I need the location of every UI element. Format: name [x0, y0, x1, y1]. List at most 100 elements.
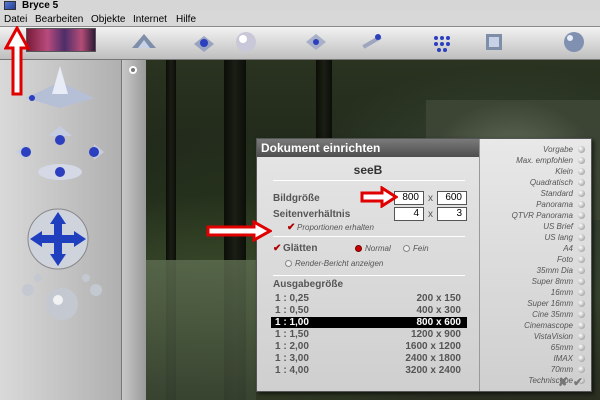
preset-item[interactable]: IMAX	[473, 354, 573, 363]
output-size-row[interactable]: 1 : 0,25 200 x 150	[271, 293, 467, 304]
divider	[273, 236, 465, 237]
preset-item[interactable]: Vorgabe	[473, 145, 573, 154]
preset-radio[interactable]	[578, 289, 585, 296]
sky-lab-icon[interactable]	[480, 30, 508, 54]
smoothing-fine-label: Fein	[413, 244, 429, 253]
edit-object-icon[interactable]	[302, 30, 330, 54]
output-size-row[interactable]: 1 : 0,50 400 x 300	[271, 305, 467, 316]
panel-toggle-dot[interactable]	[129, 66, 137, 74]
smoothing-checkmark-icon[interactable]: ✔	[273, 243, 281, 254]
preset-radio[interactable]	[578, 179, 585, 186]
preset-item[interactable]: Cinemascope	[473, 321, 573, 330]
smoothing-normal-radio[interactable]	[355, 245, 362, 252]
preset-radio[interactable]	[578, 168, 585, 175]
ratio-height-field[interactable]: 3	[437, 207, 467, 221]
preset-radio[interactable]	[578, 146, 585, 153]
red-arrow-right-icon	[360, 186, 398, 208]
title-bar: Bryce 5	[0, 0, 600, 11]
menu-bearbeiten[interactable]: Bearbeiten	[35, 14, 83, 25]
keep-proportions-checkmark-icon[interactable]: ✔	[287, 222, 295, 233]
left-control-panel	[0, 60, 122, 400]
preset-item[interactable]: Panorama	[473, 200, 573, 209]
preset-radio[interactable]	[578, 333, 585, 340]
smoothing-normal-label: Normal	[365, 244, 391, 253]
preset-radio[interactable]	[578, 355, 585, 362]
preset-item[interactable]: Foto	[473, 255, 573, 264]
app-icon	[4, 1, 16, 10]
preset-radio[interactable]	[578, 300, 585, 307]
ok-button[interactable]: ✔	[573, 375, 583, 389]
ratio-width-field[interactable]: 4	[394, 207, 424, 221]
preset-radio[interactable]	[578, 212, 585, 219]
camera-view-icon[interactable]	[22, 64, 98, 110]
smoothing-fine-radio[interactable]	[403, 245, 410, 252]
camera-cross-control-icon[interactable]	[6, 122, 114, 182]
output-size-row[interactable]: 1 : 2,00 1600 x 1200	[271, 341, 467, 352]
image-size-label: Bildgröße	[273, 193, 320, 204]
create-primitive-icon[interactable]	[190, 30, 218, 54]
menu-objekte[interactable]: Objekte	[91, 14, 125, 25]
toolbar	[0, 27, 600, 60]
output-size-row-selected[interactable]: 1 : 1,00 800 x 600	[271, 317, 467, 328]
preset-radio[interactable]	[578, 322, 585, 329]
preset-list: Vorgabe Max. empfohlen Klein Quadratisch…	[479, 139, 591, 391]
preset-radio[interactable]	[578, 157, 585, 164]
width-field[interactable]: 800	[394, 191, 424, 205]
document-name: seeB	[353, 163, 383, 177]
preset-radio[interactable]	[578, 344, 585, 351]
preset-item[interactable]: 16mm	[473, 288, 573, 297]
document-setup-dialog: Dokument einrichten seeB Bildgröße 800 x…	[256, 138, 592, 392]
output-size-row[interactable]: 1 : 4,00 3200 x 2400	[271, 365, 467, 376]
preset-item[interactable]: US Brief	[473, 222, 573, 231]
scene-thumbnail[interactable]	[26, 28, 96, 52]
preset-item[interactable]: VistaVision	[473, 332, 573, 341]
preset-item[interactable]: 35mm Dia	[473, 266, 573, 275]
brush-tool-icon[interactable]	[358, 30, 386, 54]
zoom-spheres-icon[interactable]	[12, 266, 112, 322]
preset-radio[interactable]	[578, 223, 585, 230]
dialog-title: Dokument einrichten	[257, 139, 479, 157]
preset-item[interactable]: Cine 35mm	[473, 310, 573, 319]
preset-radio[interactable]	[578, 256, 585, 263]
render-sphere-icon[interactable]	[560, 30, 588, 54]
red-arrow-right-icon	[206, 220, 272, 242]
menu-datei[interactable]: Datei	[4, 14, 27, 25]
trackball-icon[interactable]	[18, 204, 98, 274]
menu-hilfe[interactable]: Hilfe	[176, 14, 196, 25]
preset-item[interactable]: Max. empfohlen	[473, 156, 573, 165]
output-size-row[interactable]: 1 : 1,50 1200 x 900	[271, 329, 467, 340]
preset-radio[interactable]	[578, 311, 585, 318]
preset-item[interactable]: Super 16mm	[473, 299, 573, 308]
preset-radio[interactable]	[578, 366, 585, 373]
output-size-row[interactable]: 1 : 3,00 2400 x 1800	[271, 353, 467, 364]
stone-ruin	[146, 260, 256, 400]
preset-radio[interactable]	[578, 234, 585, 241]
preset-item[interactable]: Super 8mm	[473, 277, 573, 286]
keep-proportions-label: Proportionen erhalten	[297, 223, 374, 232]
preset-item[interactable]: QTVR Panorama	[473, 211, 573, 220]
render-report-radio[interactable]	[285, 260, 292, 267]
preset-item[interactable]: 65mm	[473, 343, 573, 352]
divider	[273, 180, 465, 181]
menu-internet[interactable]: Internet	[133, 14, 167, 25]
preset-radio[interactable]	[578, 190, 585, 197]
height-field[interactable]: 600	[437, 191, 467, 205]
preset-item[interactable]: 70mm	[473, 365, 573, 374]
preset-item[interactable]: US lang	[473, 233, 573, 242]
grid-sky-icon[interactable]	[428, 30, 456, 54]
preset-item[interactable]: Quadratisch	[473, 178, 573, 187]
preset-radio[interactable]	[578, 201, 585, 208]
window-title: Bryce 5	[22, 0, 59, 11]
create-terrain-icon[interactable]	[130, 30, 158, 54]
preset-item[interactable]: A4	[473, 244, 573, 253]
preset-item[interactable]: Klein	[473, 167, 573, 176]
preset-item[interactable]: Standard	[473, 189, 573, 198]
material-sphere-icon[interactable]	[232, 30, 260, 54]
preset-radio[interactable]	[578, 245, 585, 252]
preset-radio[interactable]	[578, 278, 585, 285]
divider-column	[122, 60, 146, 400]
aspect-ratio-label: Seitenverhältnis	[273, 209, 351, 220]
red-arrow-up-icon	[4, 26, 30, 96]
preset-radio[interactable]	[578, 267, 585, 274]
cancel-button[interactable]: ✘	[558, 375, 568, 389]
